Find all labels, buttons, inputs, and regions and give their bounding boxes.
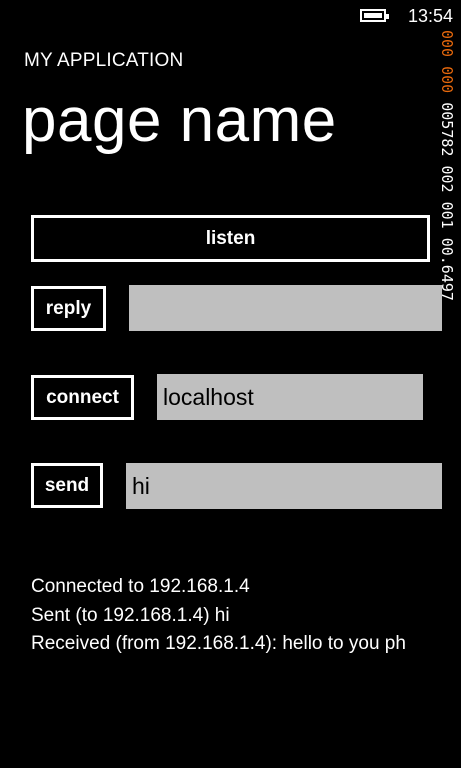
message-log: Connected to 192.168.1.4 Sent (to 192.16… [31, 573, 456, 659]
counter-white: 005782 002 001 00.6497 [438, 102, 456, 301]
log-line: Sent (to 192.168.1.4) hi [31, 604, 230, 626]
message-input[interactable] [126, 463, 442, 509]
log-line: Connected to 192.168.1.4 [31, 576, 250, 597]
status-bar: 13:54 [0, 0, 461, 32]
frame-rate-counters: 000 000 005782 002 001 00.6497 [438, 30, 456, 301]
clock: 13:54 [408, 6, 454, 26]
listen-button[interactable]: listen [31, 215, 430, 262]
host-input[interactable] [157, 374, 423, 420]
app-title: MY APPLICATION [24, 50, 184, 71]
send-button[interactable]: send [31, 463, 103, 508]
reply-input[interactable] [129, 285, 442, 331]
connect-button[interactable]: connect [31, 375, 134, 420]
page-title: page name [22, 86, 337, 155]
reply-button[interactable]: reply [31, 286, 106, 331]
log-line: Received (from 192.168.1.4): hello to yo… [31, 633, 406, 654]
battery-icon [360, 9, 389, 22]
counter-orange: 000 000 [438, 30, 456, 94]
